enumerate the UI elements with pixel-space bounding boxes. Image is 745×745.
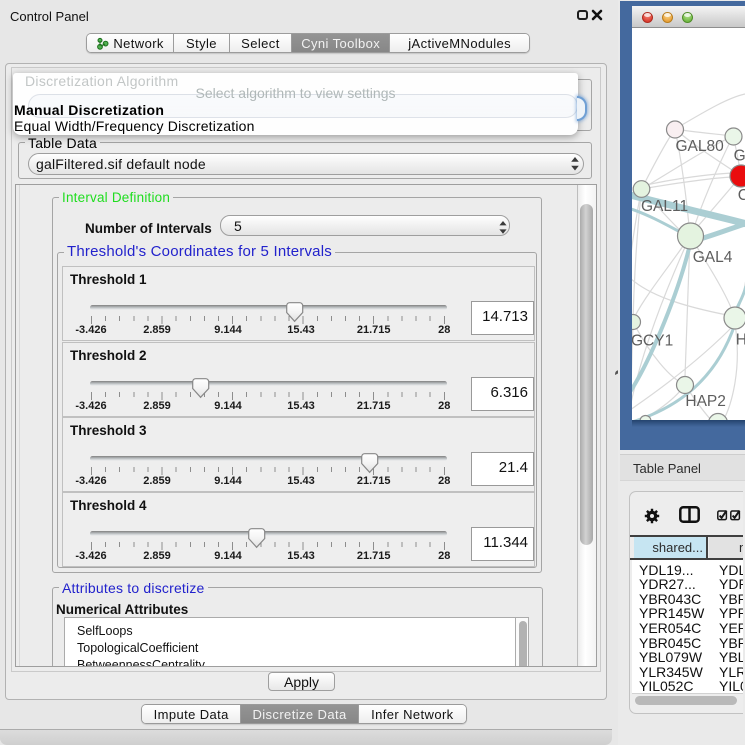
svg-text:GA: GA	[734, 148, 745, 165]
svg-text:GAL11: GAL11	[641, 198, 688, 215]
svg-text:GAL80: GAL80	[676, 138, 725, 155]
svg-text:GCY1: GCY1	[632, 333, 673, 350]
svg-text:HAP2: HAP2	[685, 393, 726, 410]
svg-text:HI: HI	[736, 332, 745, 349]
svg-text:C8: C8	[738, 187, 745, 204]
svg-text:GAL4: GAL4	[693, 249, 733, 266]
